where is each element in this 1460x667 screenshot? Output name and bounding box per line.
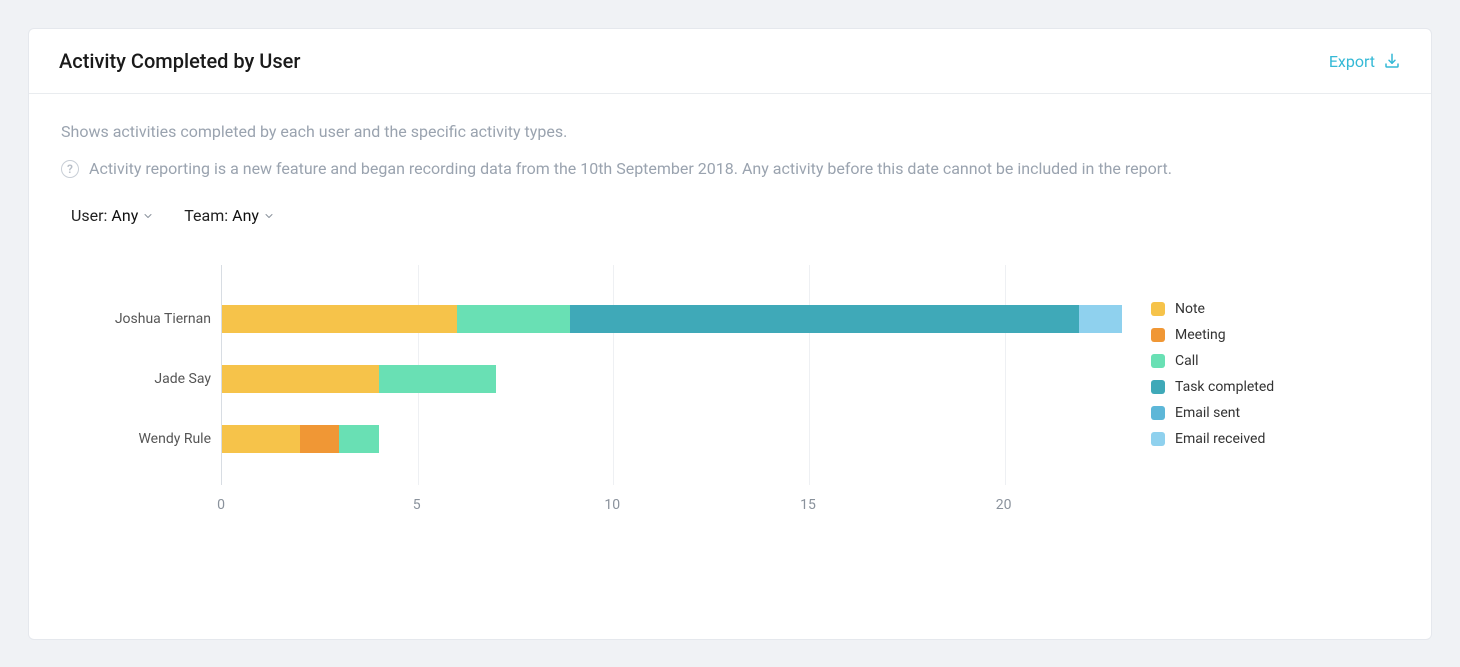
card-body: Shows activities completed by each user … bbox=[29, 94, 1431, 639]
page-title: Activity Completed by User bbox=[59, 49, 300, 73]
y-category-label: Joshua Tiernan bbox=[115, 311, 211, 327]
legend-swatch bbox=[1151, 380, 1165, 394]
card-header: Activity Completed by User Export bbox=[29, 29, 1431, 94]
bar-segment[interactable] bbox=[222, 305, 457, 333]
legend-label: Meeting bbox=[1175, 327, 1226, 343]
legend-label: Email sent bbox=[1175, 405, 1240, 421]
plot-area bbox=[221, 265, 1121, 485]
legend-item[interactable]: Email received bbox=[1151, 431, 1274, 447]
x-tick-label: 5 bbox=[413, 497, 421, 513]
bar-segment[interactable] bbox=[1079, 305, 1122, 333]
team-filter[interactable]: Team: Any bbox=[184, 206, 275, 225]
gridline bbox=[1005, 265, 1006, 485]
bar-row[interactable] bbox=[222, 305, 1122, 333]
gridline bbox=[613, 265, 614, 485]
chevron-down-icon bbox=[142, 210, 154, 222]
x-tick-label: 15 bbox=[800, 497, 816, 513]
bar-segment[interactable] bbox=[570, 305, 1079, 333]
filters-row: User: Any Team: Any bbox=[61, 206, 1399, 225]
legend-swatch bbox=[1151, 432, 1165, 446]
bar-segment[interactable] bbox=[339, 425, 378, 453]
x-tick-label: 0 bbox=[217, 497, 225, 513]
chart-wrap: 0 5 10 15 20 Joshua Tiernan Jade Say Wendy Rule… bbox=[61, 265, 1399, 525]
legend-label: Email received bbox=[1175, 431, 1265, 447]
legend-swatch bbox=[1151, 302, 1165, 316]
help-icon[interactable]: ? bbox=[61, 160, 79, 178]
legend-swatch bbox=[1151, 328, 1165, 342]
chart-legend: Note Meeting Call Task completed Email sent E… bbox=[1151, 301, 1274, 447]
legend-swatch bbox=[1151, 354, 1165, 368]
chevron-down-icon bbox=[263, 210, 275, 222]
y-category-label: Wendy Rule bbox=[138, 431, 211, 447]
export-label: Export bbox=[1329, 52, 1375, 71]
user-filter[interactable]: User: Any bbox=[71, 206, 154, 225]
bar-segment[interactable] bbox=[379, 365, 496, 393]
team-filter-value: Any bbox=[232, 206, 259, 225]
bar-row[interactable] bbox=[222, 425, 379, 453]
bar-segment[interactable] bbox=[457, 305, 570, 333]
legend-swatch bbox=[1151, 406, 1165, 420]
info-notice: ? Activity reporting is a new feature an… bbox=[61, 159, 1399, 178]
user-filter-value: Any bbox=[111, 206, 138, 225]
legend-item[interactable]: Call bbox=[1151, 353, 1274, 369]
legend-item[interactable]: Email sent bbox=[1151, 405, 1274, 421]
export-button[interactable]: Export bbox=[1329, 52, 1401, 71]
bar-row[interactable] bbox=[222, 365, 496, 393]
bar-segment[interactable] bbox=[222, 425, 300, 453]
gridline bbox=[809, 265, 810, 485]
user-filter-label: User: bbox=[71, 206, 107, 225]
x-tick-label: 10 bbox=[604, 497, 620, 513]
legend-item[interactable]: Meeting bbox=[1151, 327, 1274, 343]
bar-segment[interactable] bbox=[222, 365, 379, 393]
legend-item[interactable]: Task completed bbox=[1151, 379, 1274, 395]
team-filter-label: Team: bbox=[184, 206, 228, 225]
x-tick-label: 20 bbox=[996, 497, 1012, 513]
report-description: Shows activities completed by each user … bbox=[61, 122, 1399, 141]
report-card: Activity Completed by User Export Shows … bbox=[28, 28, 1432, 640]
legend-label: Note bbox=[1175, 301, 1205, 317]
download-icon bbox=[1383, 52, 1401, 70]
info-text: Activity reporting is a new feature and … bbox=[89, 159, 1172, 178]
legend-item[interactable]: Note bbox=[1151, 301, 1274, 317]
legend-label: Task completed bbox=[1175, 379, 1274, 395]
y-category-label: Jade Say bbox=[154, 371, 211, 387]
legend-label: Call bbox=[1175, 353, 1199, 369]
bar-segment[interactable] bbox=[300, 425, 339, 453]
activity-chart: 0 5 10 15 20 Joshua Tiernan Jade Say Wendy Rule bbox=[101, 265, 1121, 525]
